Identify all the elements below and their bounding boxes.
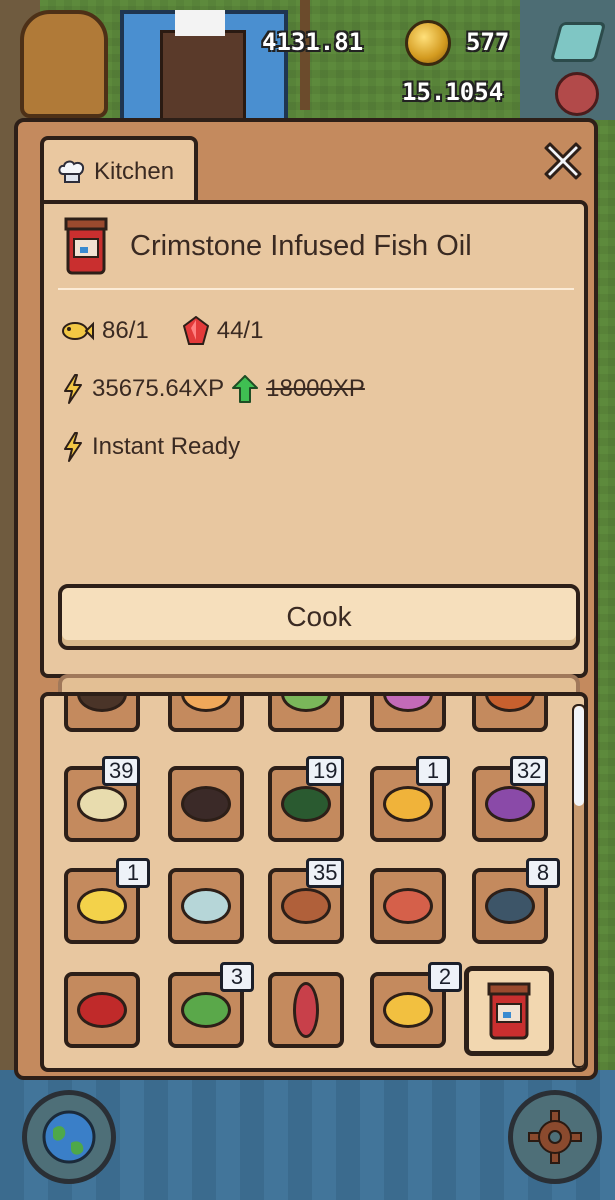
crimstone-icon — [182, 316, 209, 345]
soup-bowl-icon — [485, 888, 535, 924]
item-count-badge: 19 — [306, 756, 345, 786]
flower-token-icon — [555, 72, 599, 116]
recipe-inventory-grid[interactable]: 39 19 1 32 1 35 8 3 2 — [40, 692, 588, 1072]
salad-bowl-icon — [181, 786, 231, 822]
pancake-icon — [383, 786, 433, 822]
item-count-badge: 1 — [116, 858, 150, 888]
item-count-badge: 8 — [526, 858, 560, 888]
close-icon — [544, 142, 582, 180]
farmer-character-sprite — [100, 0, 310, 128]
fish-oil-jar-icon — [64, 217, 108, 275]
lightning-icon — [64, 374, 82, 404]
ingredient-requirements: 86/1 44/1 — [62, 316, 263, 346]
item-count-badge: 1 — [416, 756, 450, 786]
xp-boost-arrow-icon — [232, 375, 259, 403]
inventory-slot[interactable] — [64, 972, 140, 1048]
kitchen-modal: Kitchen Crimstone Infused Fish Oil 86/1 — [14, 118, 598, 1080]
fried-fish-icon — [281, 888, 331, 924]
fish-icon — [62, 321, 94, 341]
green-bowl-icon — [281, 786, 331, 822]
fish-requirement: 86/1 — [102, 317, 149, 344]
ready-text: Instant Ready — [92, 433, 241, 460]
inventory-slot[interactable] — [472, 696, 548, 732]
world-map-button[interactable] — [22, 1090, 116, 1184]
omelette-icon — [77, 888, 127, 924]
inventory-slot[interactable] — [268, 696, 344, 732]
green-salad-icon — [181, 992, 231, 1028]
purple-bowl-icon — [485, 786, 535, 822]
coins-balance: 577 — [466, 28, 510, 56]
gold-balance: 4131.81 — [262, 28, 364, 56]
divider — [58, 288, 574, 290]
flower-balance: 15.1054 — [402, 78, 504, 106]
chef-hat-icon — [58, 160, 84, 183]
rice-bowl-icon — [181, 888, 231, 924]
xp-value: 35675.64XP — [92, 375, 225, 402]
settings-button[interactable] — [508, 1090, 602, 1184]
xp-reward: 35675.64XP 18000XP — [62, 374, 365, 404]
inventory-slot[interactable] — [370, 696, 446, 732]
inventory-slot[interactable] — [168, 868, 244, 944]
crimstone-requirement: 44/1 — [216, 317, 264, 344]
scrollbar-thumb[interactable] — [574, 706, 584, 806]
inventory-slot[interactable] — [370, 868, 446, 944]
coins-icon — [405, 20, 451, 66]
red-bowl-icon — [77, 992, 127, 1028]
inventory-slot[interactable] — [168, 696, 244, 732]
kebab-icon — [293, 982, 319, 1038]
recipe-details: Crimstone Infused Fish Oil 86/1 44/1 356… — [40, 200, 588, 740]
recipe-header: Crimstone Infused Fish Oil — [64, 216, 574, 276]
recipe-name: Crimstone Infused Fish Oil — [130, 229, 472, 262]
inventory-slot[interactable] — [168, 766, 244, 842]
inventory-slot[interactable] — [64, 696, 140, 732]
fish-character-sprite — [20, 10, 108, 118]
world-globe-icon — [42, 1110, 96, 1164]
cook-button[interactable]: Cook — [58, 584, 580, 650]
item-count-badge: 3 — [220, 962, 254, 992]
fish-oil-jar-icon — [487, 982, 531, 1040]
meat-plate-icon — [383, 888, 433, 924]
selected-inventory-slot[interactable] — [464, 966, 554, 1056]
settings-gear-icon — [528, 1110, 582, 1164]
xp-original-value: 18000XP — [266, 375, 365, 402]
tab-kitchen[interactable]: Kitchen — [40, 136, 198, 204]
tab-label: Kitchen — [94, 158, 175, 185]
item-count-badge: 2 — [428, 962, 462, 992]
item-count-badge: 35 — [306, 858, 345, 888]
item-count-badge: 39 — [102, 756, 141, 786]
inventory-slot[interactable] — [268, 972, 344, 1048]
item-count-badge: 32 — [510, 756, 549, 786]
inventory-scrollbar[interactable] — [572, 704, 584, 1068]
ready-status: Instant Ready — [62, 432, 240, 462]
mashed-potato-icon — [383, 992, 433, 1028]
sandwich-icon — [77, 786, 127, 822]
close-button[interactable] — [538, 136, 588, 186]
lightning-icon — [64, 432, 82, 462]
